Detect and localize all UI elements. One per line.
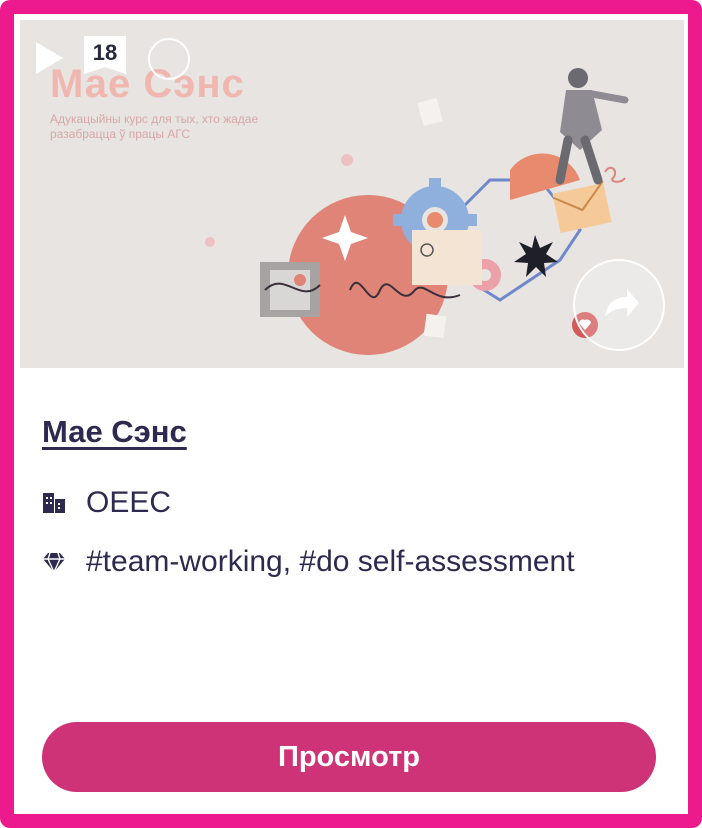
progress-ring-icon: [148, 38, 190, 80]
tags-text: #team-working, #do self-assessment: [86, 545, 575, 578]
organization-name: OEEC: [86, 486, 172, 519]
tags-row: #team-working, #do self-assessment: [42, 545, 684, 579]
play-icon[interactable]: [36, 42, 63, 74]
course-title-link[interactable]: Мае Сэнс: [42, 414, 187, 450]
gem-icon: [43, 552, 65, 574]
view-button[interactable]: Просмотр: [42, 722, 656, 792]
share-icon: [605, 289, 639, 317]
course-card: Мае Сэнс Адукацыйны курс для тых, хто жа…: [20, 20, 684, 813]
building-icon: [43, 493, 65, 513]
course-thumbnail[interactable]: Мае Сэнс Адукацыйны курс для тых, хто жа…: [20, 20, 684, 368]
card-body: Мае Сэнс OEEC #team-working, #do self-as…: [20, 368, 684, 813]
share-button[interactable]: [573, 259, 665, 351]
organization-row: OEEC: [42, 486, 171, 520]
